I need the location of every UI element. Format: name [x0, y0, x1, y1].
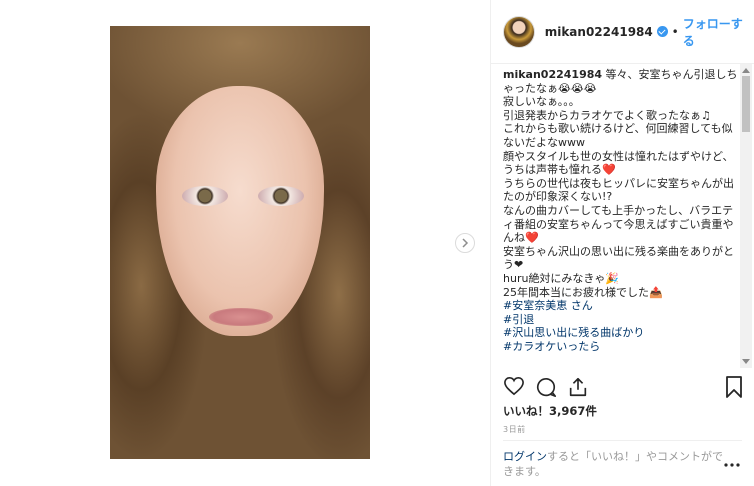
- photo-eye-left: [182, 186, 228, 206]
- next-arrow-icon[interactable]: [455, 233, 475, 253]
- scroll-thumb[interactable]: [742, 76, 750, 132]
- hashtag-link[interactable]: #引退: [503, 313, 739, 327]
- caption-text-7: 安室ちゃん沢山の思い出に残る楽曲をありがとう❤: [503, 244, 734, 272]
- avatar[interactable]: [503, 15, 535, 48]
- post-photo[interactable]: [110, 26, 370, 459]
- hashtag-link[interactable]: #カラオケいったら: [503, 340, 739, 354]
- username[interactable]: mikan02241984: [545, 25, 653, 39]
- comments-scrollbar[interactable]: [740, 64, 752, 368]
- caption-area: mikan02241984 等々、安室ちゃん引退しちゃったなぁ😭😭😭 寂しいなぁ…: [503, 68, 739, 366]
- caption-line-0: mikan02241984 等々、安室ちゃん引退しちゃったなぁ😭😭😭: [503, 68, 739, 95]
- caption-text-1: 寂しいなぁ。。。: [503, 95, 580, 109]
- post-side-panel: mikan02241984 • フォローする mikan02241984 等々、…: [490, 0, 754, 486]
- caption-text-9: 25年間本当にお疲れ様でした📤: [503, 285, 663, 299]
- verified-badge-icon: [656, 26, 668, 37]
- more-options-icon[interactable]: [724, 452, 740, 471]
- photo-eye-right: [258, 186, 304, 206]
- post-header: mikan02241984 • フォローする: [491, 0, 754, 64]
- action-bar: [503, 374, 743, 400]
- divider: [503, 440, 742, 441]
- follow-button[interactable]: フォローする: [683, 15, 754, 49]
- login-link[interactable]: ログイン: [503, 450, 547, 463]
- hashtag-link[interactable]: #安室奈美恵 さん: [503, 299, 739, 313]
- caption-text-3: これからも歌い続けるけど、何回練習しても似ないだよなwww: [503, 122, 733, 149]
- caption-text-6: なんの曲カバーしても上手かったし、バラエティ番組の安室ちゃんって今思えばすごい貴…: [503, 203, 734, 245]
- heart-icon[interactable]: [503, 376, 525, 400]
- scroll-up-icon[interactable]: [742, 68, 750, 73]
- caption-text-5: うちらの世代は夜もヒッパレに安室ちゃんが出たのが印象深くない!?: [503, 176, 734, 204]
- caption-text-8: huru絶対にみなきゃ🎉: [503, 271, 620, 285]
- caption-author[interactable]: mikan02241984: [503, 68, 602, 81]
- login-prompt: ログインすると「いいね！」やコメントができます。: [503, 449, 723, 479]
- scroll-down-icon[interactable]: [742, 359, 750, 364]
- post-timestamp[interactable]: 3日前: [503, 424, 526, 435]
- caption-text-2: 引退発表からカラオケでよく歌ったなぁ♫: [503, 108, 711, 122]
- hashtag-link[interactable]: #沢山思い出に残る曲ばかり: [503, 326, 739, 340]
- comment-icon[interactable]: [535, 376, 557, 402]
- caption-text-4: 顔やスタイルも世の女性は憧れたはずやけど、うちは声帯も憧れる❤️: [503, 149, 734, 177]
- photo-lips: [209, 308, 273, 326]
- photo-area: [0, 0, 490, 486]
- likes-count[interactable]: いいね！3,967件: [503, 403, 597, 419]
- separator-dot: •: [671, 24, 679, 39]
- share-icon[interactable]: [567, 376, 589, 402]
- bookmark-icon[interactable]: [725, 376, 743, 402]
- photo-face: [156, 86, 324, 336]
